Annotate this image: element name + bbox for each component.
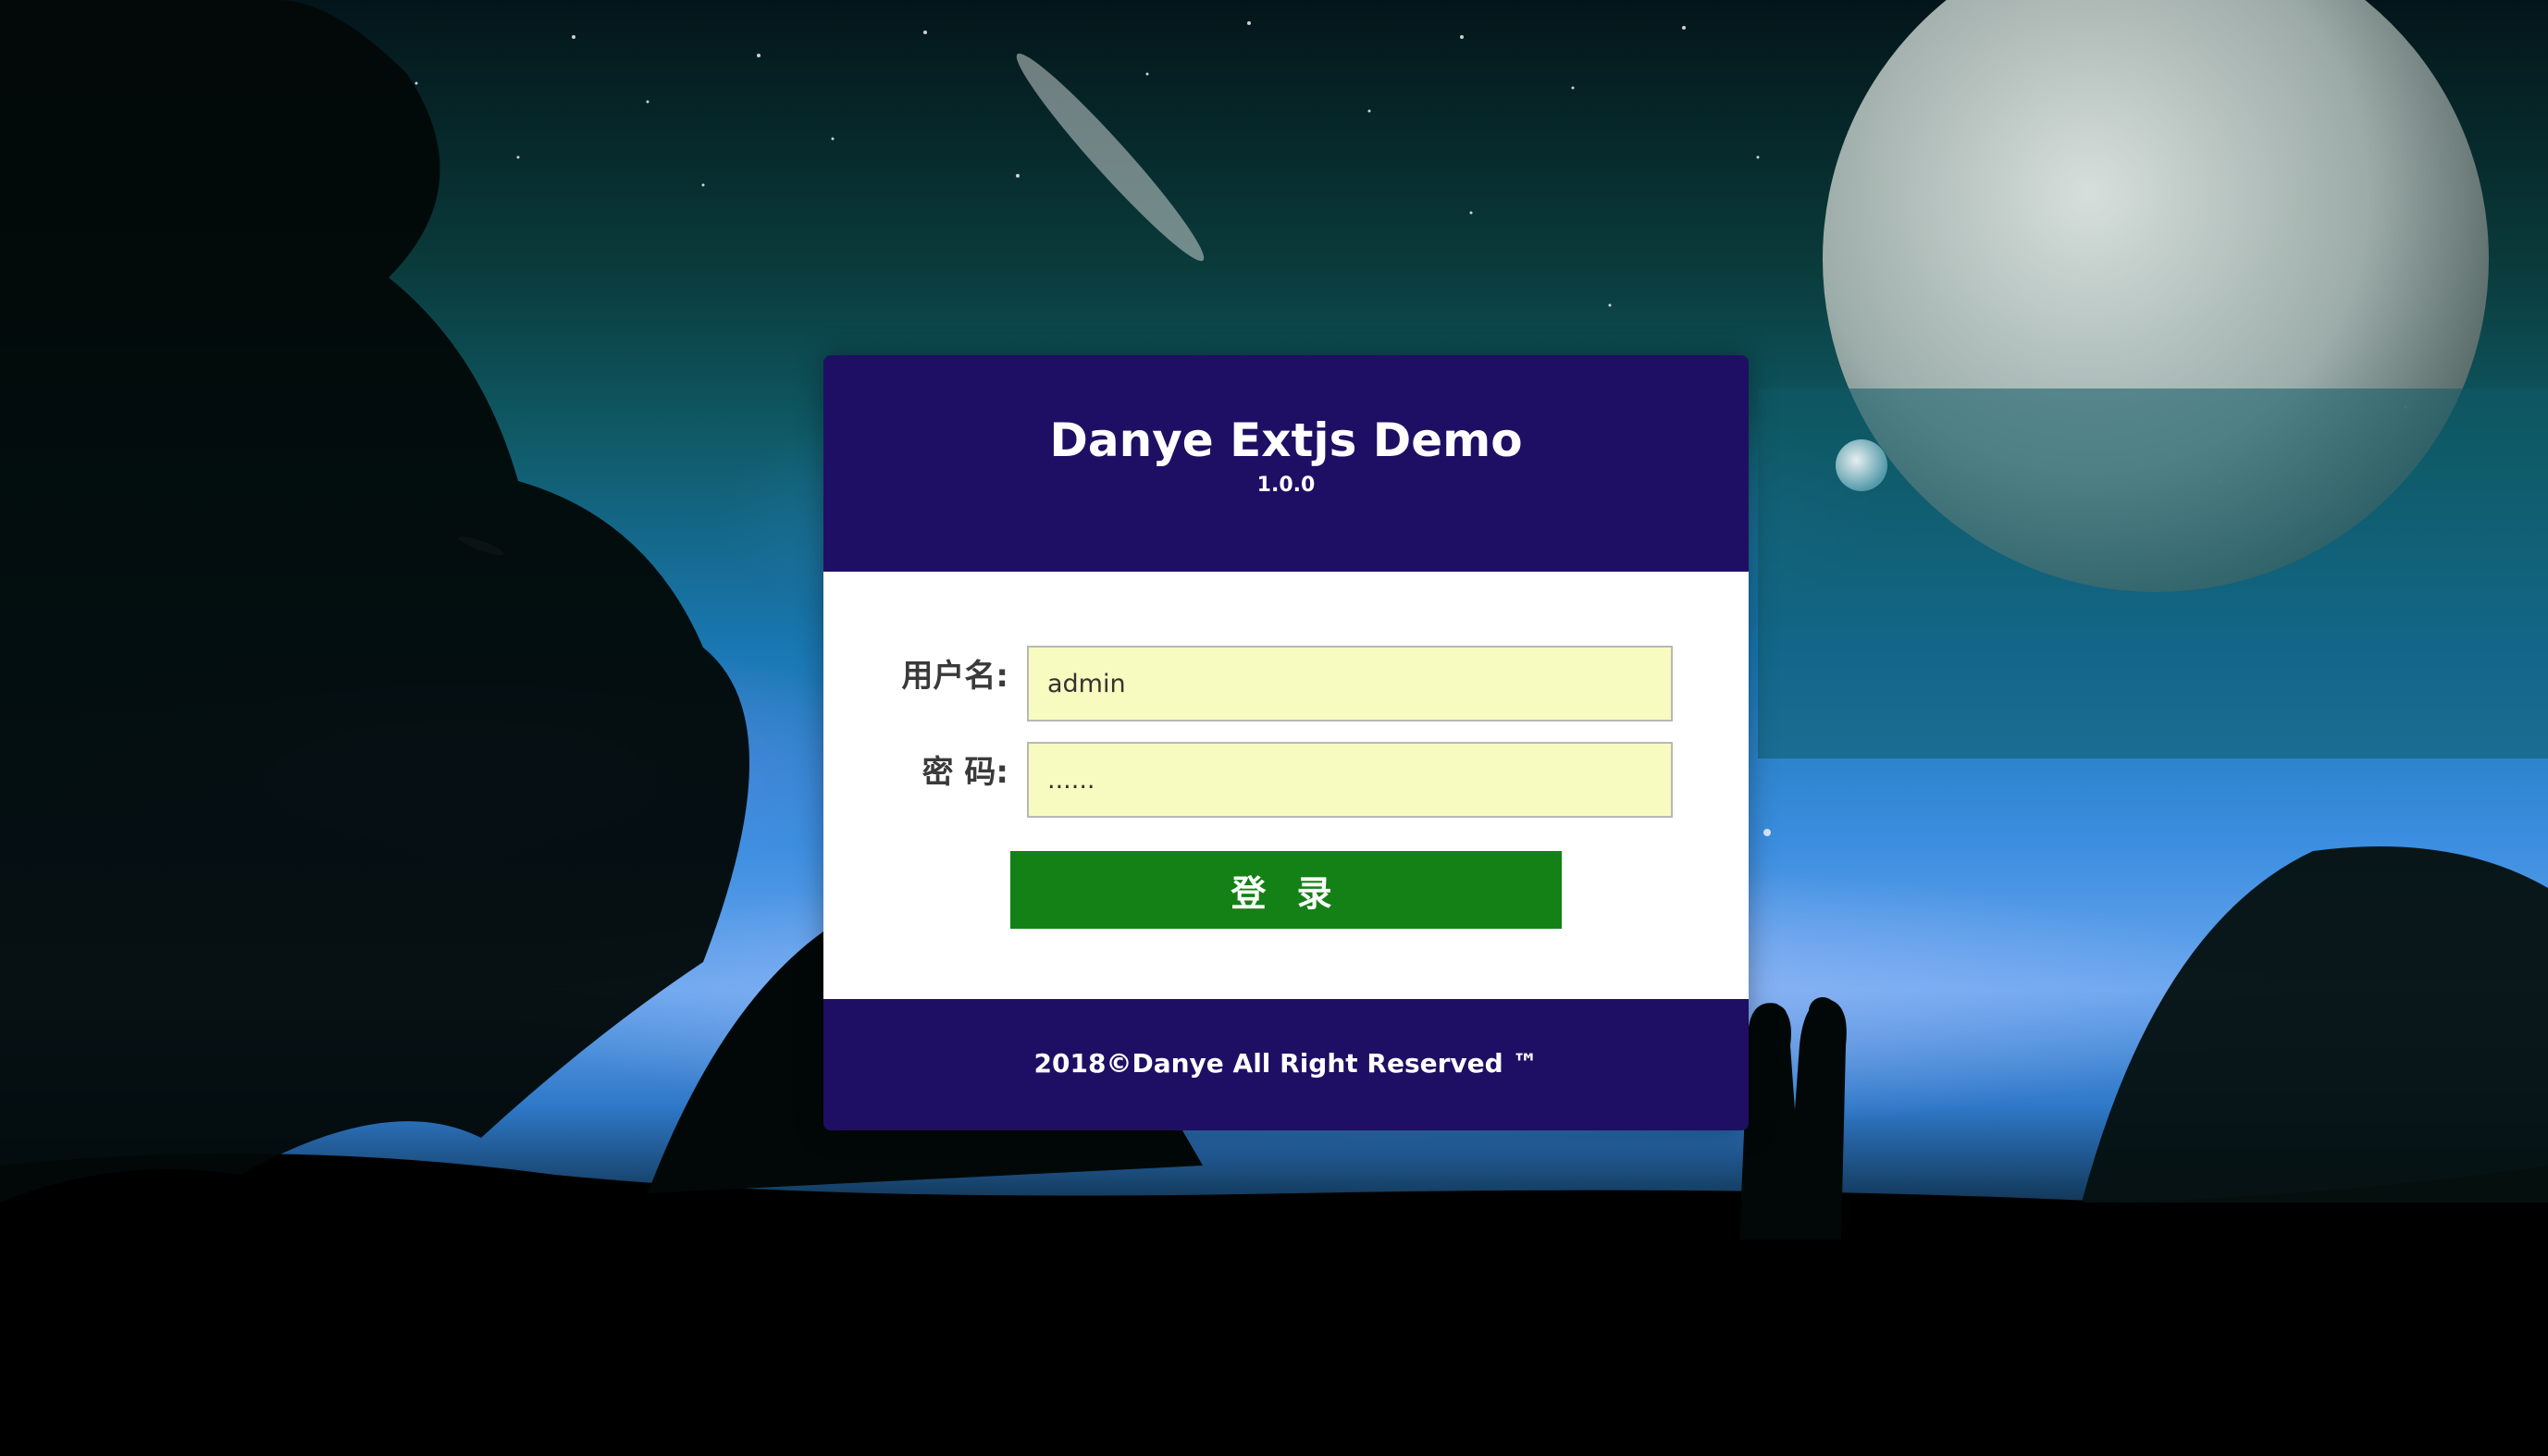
username-input[interactable] <box>1027 646 1673 722</box>
login-header: Danye Extjs Demo 1.0.0 <box>823 355 1749 572</box>
copyright-text: 2018©Danye All Right Reserved ™ <box>1033 1048 1539 1079</box>
password-input[interactable] <box>1027 742 1673 818</box>
username-label: 用户名: <box>901 658 1008 695</box>
password-label: 密 码: <box>921 754 1008 791</box>
app-version: 1.0.0 <box>1256 474 1316 497</box>
login-card: Danye Extjs Demo 1.0.0 用户名: 密 码: 登 录 201… <box>823 355 1749 1130</box>
login-button[interactable]: 登 录 <box>1010 851 1562 929</box>
login-form: 用户名: 密 码: 登 录 <box>823 572 1749 999</box>
app-title: Danye Extjs Demo <box>1049 413 1523 467</box>
login-footer: 2018©Danye All Right Reserved ™ <box>823 999 1749 1130</box>
